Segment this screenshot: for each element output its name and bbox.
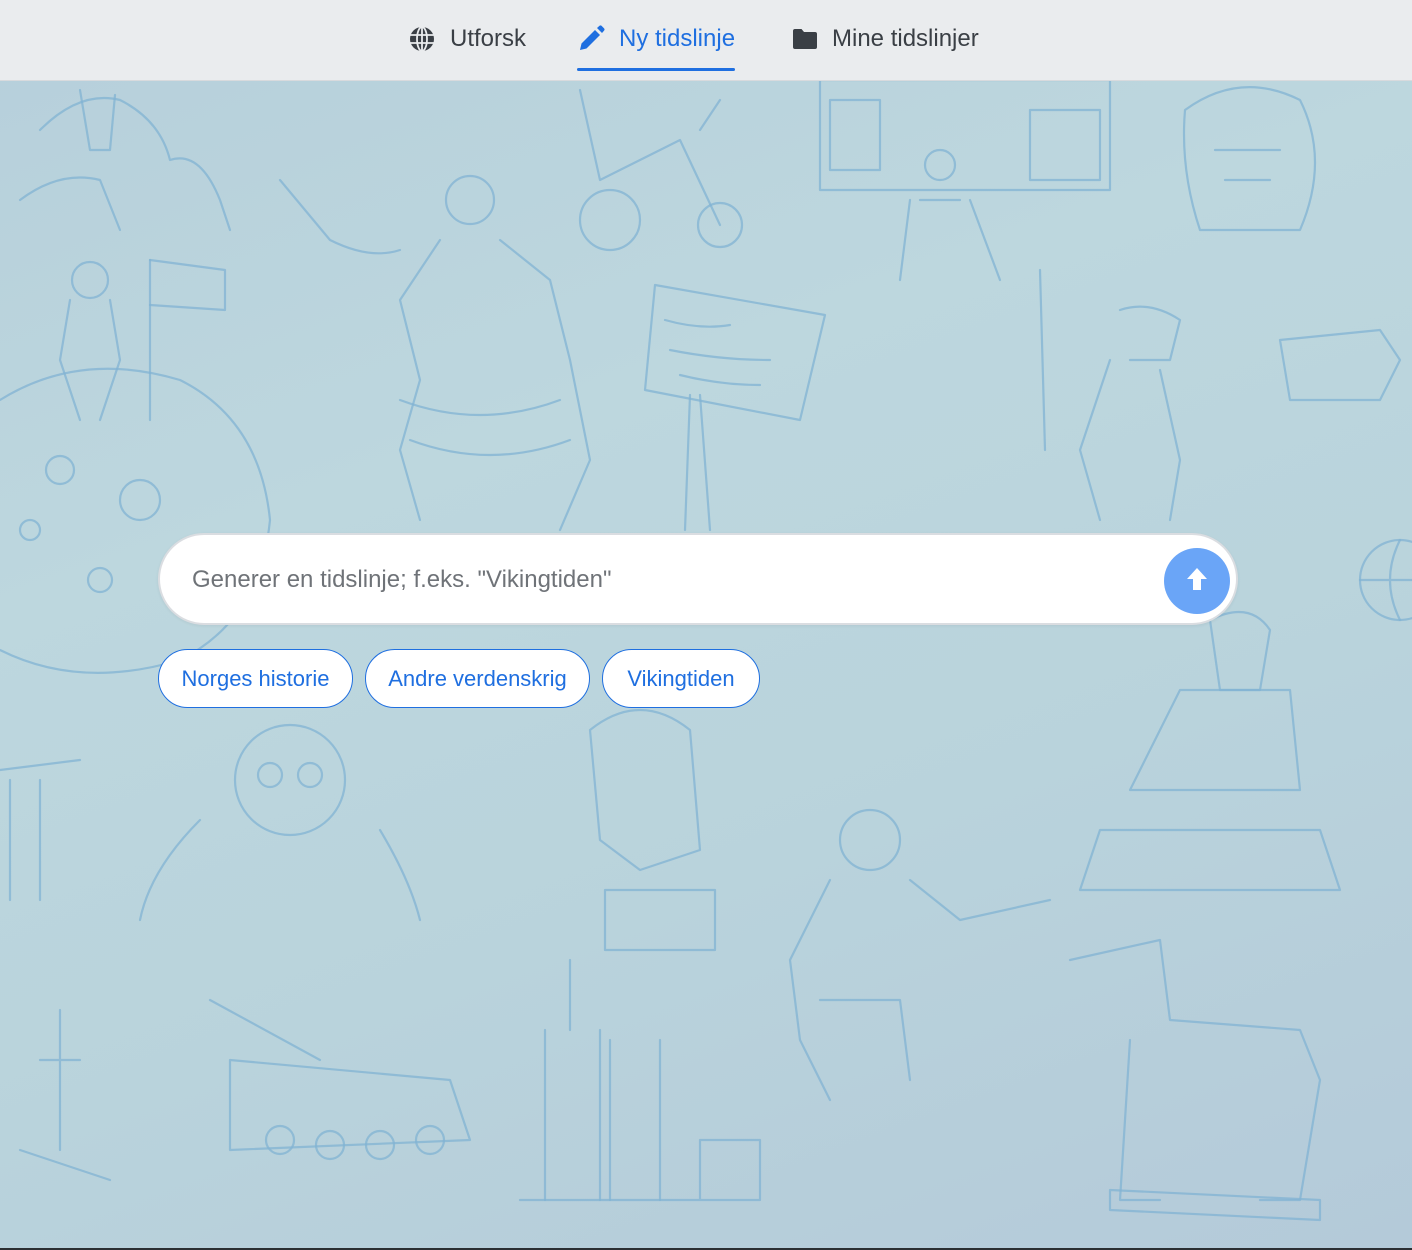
timeline-prompt-input[interactable] — [190, 555, 1154, 605]
historical-sketch-background — [0, 78, 1412, 1222]
folder-icon — [792, 27, 818, 51]
tab-my-timelines-label: Mine tidslinjer — [832, 24, 979, 52]
tab-explore-label: Utforsk — [450, 24, 527, 52]
tab-new-timeline[interactable]: Ny tidslinje — [577, 0, 736, 81]
suggestion-chip-norges-historie[interactable]: Norges historie — [158, 649, 353, 708]
suggestion-chip-vikingtiden[interactable]: Vikingtiden — [602, 649, 760, 708]
globe-icon — [408, 25, 436, 53]
arrow-up-icon — [1186, 567, 1208, 596]
tab-my-timelines[interactable]: Mine tidslinjer — [792, 0, 979, 81]
submit-button[interactable] — [1164, 548, 1230, 614]
timeline-prompt-box — [158, 533, 1238, 625]
tab-explore[interactable]: Utforsk — [408, 0, 526, 81]
top-navigation: Utforsk Ny tidslinje Mine tidslinjer — [0, 0, 1412, 81]
active-tab-indicator — [577, 68, 736, 71]
suggestion-chip-andre-verdenskrig[interactable]: Andre verdenskrig — [365, 649, 590, 708]
pencil-icon — [577, 24, 605, 53]
tab-new-timeline-label: Ny tidslinje — [619, 24, 736, 52]
